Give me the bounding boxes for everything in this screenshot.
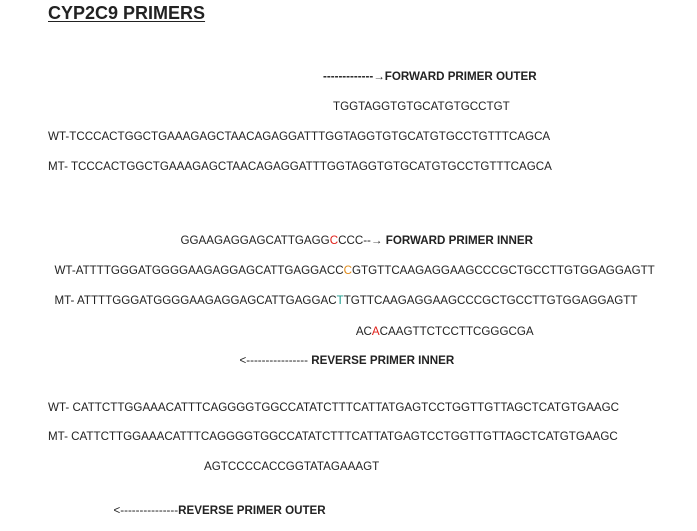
- reverse-primer-outer-arrow: <---------------: [113, 504, 179, 517]
- forward-primer-inner-sequence-end: CCC--→: [338, 234, 386, 247]
- mt-sequence-block-2-start: MT- ATTTTGGGATGGGGAAGAGGAGCATTGAGGAC: [54, 294, 337, 307]
- reverse-primer-inner-snp-base: A: [371, 325, 380, 338]
- page-title: CYP2C9 PRIMERS: [48, 3, 206, 23]
- wt-sequence-block-1: WT-TCCCACTGGCTGAAAGAGCTAACAGAGGATTTGGTAG…: [48, 130, 551, 143]
- reverse-primer-outer-label: REVERSE PRIMER OUTER: [178, 504, 326, 517]
- forward-primer-inner: GGAAGAGGAGCATTGAGGCCCC--→ FORWARD PRIMER…: [174, 220, 533, 248]
- reverse-primer-outer-label-line: <---------------REVERSE PRIMER OUTER: [107, 490, 326, 518]
- wt-sequence-block-2-start: WT-ATTTTGGGATGGGGAAGAGGAGCATTGAGGACC: [54, 264, 344, 277]
- forward-primer-outer-label: -------------→FORWARD PRIMER OUTER: [323, 70, 537, 83]
- forward-primer-inner-label: FORWARD PRIMER INNER: [385, 234, 534, 247]
- reverse-primer-outer-sequence: AGTCCCCACCGGTATAGAAAGT: [204, 460, 380, 473]
- reverse-primer-inner-arrow: <----------------: [239, 354, 312, 367]
- reverse-primer-inner-sequence: ACACAAGTTCTCCTTCGGGCGA: [350, 311, 534, 339]
- mt-sequence-block-2-end: TGTTCAAGAGGAAGCCCGCTGCCTTGTGGAGGAGTT: [343, 294, 638, 307]
- wt-sequence-block-2-end: GTGTTCAAGAGGAAGCCCGCTGCCTTGTGGAGGAGTT: [352, 264, 655, 277]
- wt-sequence-block-3: WT- CATTCTTGGAAACATTTCAGGGGTGGCCATATCTTT…: [48, 401, 620, 414]
- forward-primer-inner-snp-base: C: [329, 234, 339, 247]
- reverse-primer-inner-sequence-end: CAAGTTCTCCTTCGGGCGA: [379, 325, 534, 338]
- wt-snp-base: C: [343, 264, 353, 277]
- reverse-primer-inner-label: REVERSE PRIMER INNER: [311, 354, 455, 367]
- mt-sequence-block-2: MT- ATTTTGGGATGGGGAAGAGGAGCATTGAGGACTTGT…: [48, 280, 637, 308]
- mt-snp-base: T: [336, 294, 344, 307]
- wt-sequence-block-2: WT-ATTTTGGGATGGGGAAGAGGAGCATTGAGGACCCGTG…: [48, 250, 655, 278]
- forward-primer-outer-sequence: TGGTAGGTGTGCATGTGCCTGT: [333, 100, 510, 113]
- mt-sequence-block-1: MT- TCCCACTGGCTGAAAGAGCTAACAGAGGATTTGGTA…: [48, 160, 552, 173]
- mt-sequence-block-3: MT- CATTCTTGGAAACATTTCAGGGGTGGCCATATCTTT…: [48, 430, 618, 443]
- reverse-primer-inner-label-line: <---------------- REVERSE PRIMER INNER: [233, 340, 454, 368]
- reverse-primer-inner-sequence-start: AC: [355, 325, 372, 338]
- forward-primer-inner-sequence: GGAAGAGGAGCATTGAGG: [180, 234, 330, 247]
